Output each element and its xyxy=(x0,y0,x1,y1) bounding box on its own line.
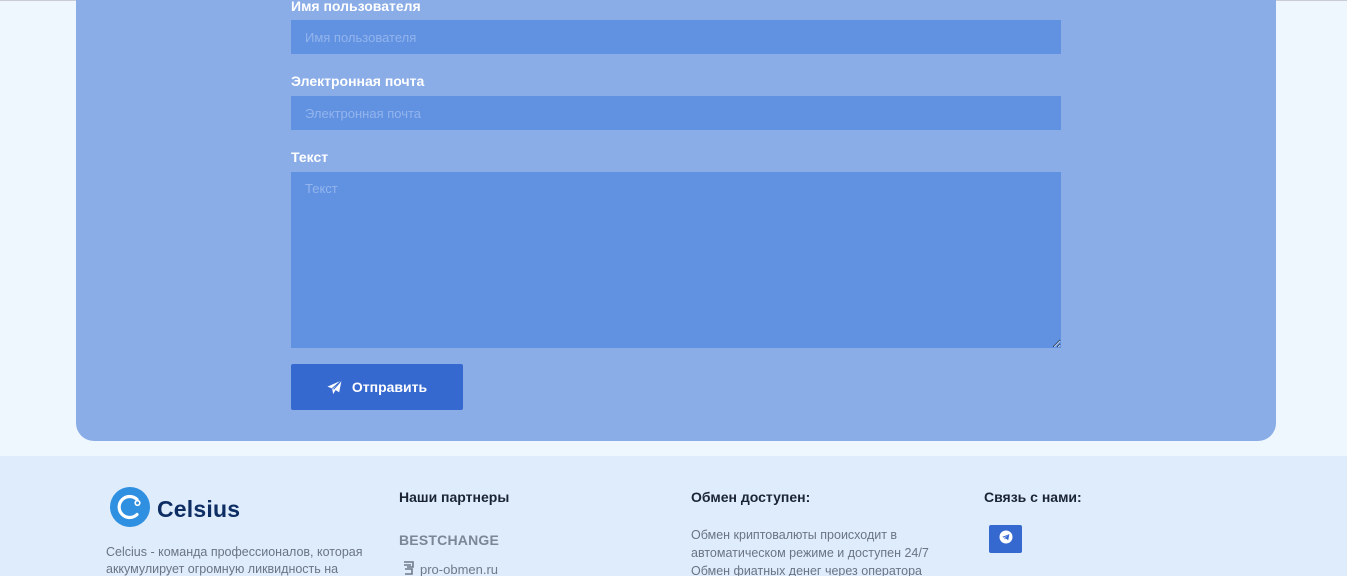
partner-pro-obmen[interactable]: pro-obmen.ru xyxy=(402,560,498,576)
partners-title: Наши партнеры xyxy=(399,489,510,505)
username-label: Имя пользователя xyxy=(291,0,421,14)
username-input[interactable] xyxy=(291,20,1061,54)
brand-logo[interactable]: Celsius xyxy=(109,486,240,533)
pro-obmen-logo-icon xyxy=(402,560,416,576)
exchange-text: Обмен криптовалюты происходит в автомати… xyxy=(691,528,929,576)
exchange-title: Обмен доступен: xyxy=(691,489,811,505)
send-icon xyxy=(327,379,342,395)
text-textarea[interactable] xyxy=(291,172,1061,348)
contact-title: Связь с нами: xyxy=(984,489,1082,505)
submit-button[interactable]: Отправить xyxy=(291,364,463,410)
about-text: Celcius - команда профессионалов, котора… xyxy=(106,545,363,576)
partner-bestchange[interactable]: BESTCHANGE xyxy=(399,532,499,548)
partner-pro-obmen-label: pro-obmen.ru xyxy=(420,562,499,576)
email-input[interactable] xyxy=(291,96,1061,130)
email-label: Электронная почта xyxy=(291,73,425,89)
telegram-icon xyxy=(999,530,1013,549)
celsius-logo-icon xyxy=(109,486,151,533)
submit-label: Отправить xyxy=(351,379,428,395)
brand-name: Celsius xyxy=(157,496,241,522)
text-label: Текст xyxy=(291,149,329,165)
telegram-button[interactable] xyxy=(989,525,1022,553)
